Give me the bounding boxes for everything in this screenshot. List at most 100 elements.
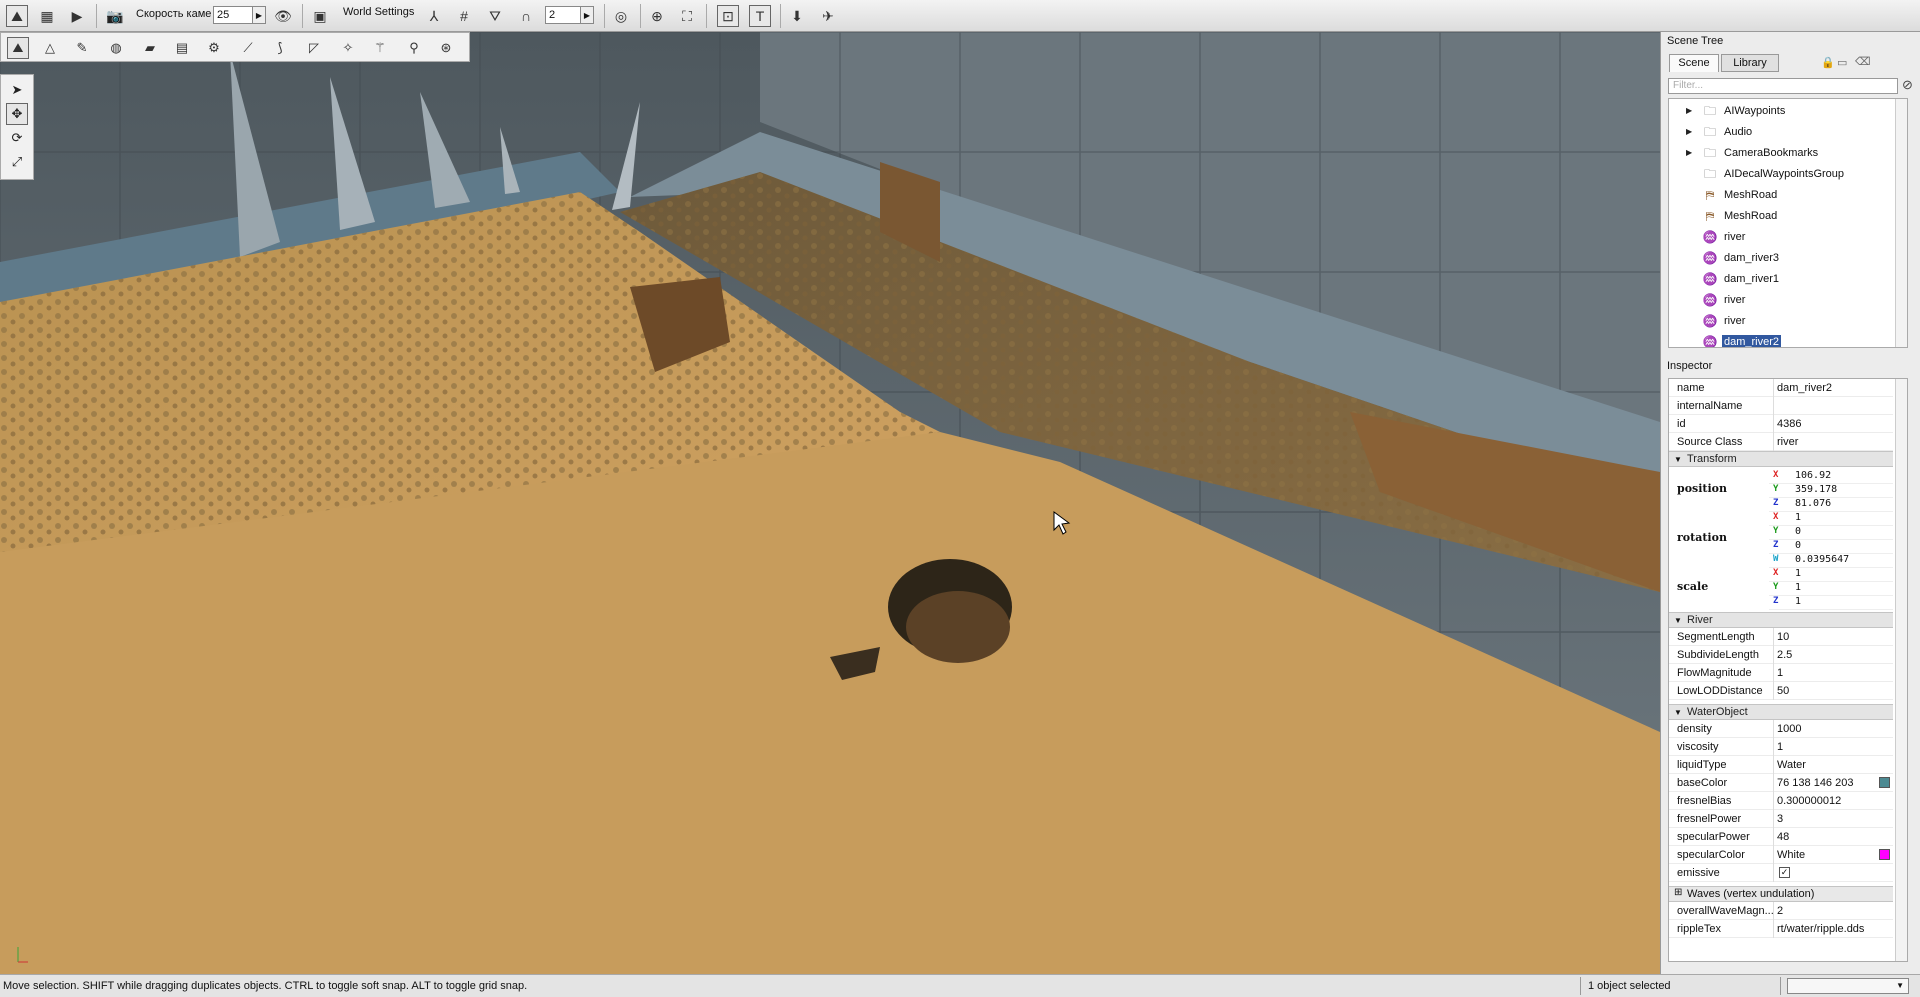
grid-size-arrow[interactable]: ▶: [580, 6, 594, 24]
axis-value[interactable]: 359.178: [1795, 484, 1837, 495]
property-value[interactable]: 1: [1777, 667, 1783, 679]
rotate-tool-icon[interactable]: ⟳: [6, 127, 28, 149]
tab-library[interactable]: Library: [1721, 54, 1779, 72]
property-value[interactable]: rt/water/ripple.dds: [1777, 923, 1864, 935]
group-river[interactable]: ▼ River: [1669, 612, 1893, 628]
group-waves[interactable]: ⊞ Waves (vertex undulation): [1669, 886, 1893, 902]
grid-snap-icon[interactable]: #: [453, 5, 475, 27]
expand-arrow-icon[interactable]: ▶: [1686, 127, 1692, 136]
world-transform-icon[interactable]: ⛶: [676, 5, 698, 27]
window-icon[interactable]: ▭: [1837, 56, 1847, 69]
property-value[interactable]: 4386: [1777, 418, 1801, 430]
axis-value[interactable]: 1: [1795, 582, 1801, 593]
property-value[interactable]: White: [1777, 849, 1805, 861]
shape-editor-icon[interactable]: ⊛: [435, 37, 457, 59]
position-component[interactable]: X 106.92: [1769, 469, 1893, 484]
property-value[interactable]: dam_river2: [1777, 382, 1832, 394]
tree-item[interactable]: ♒ river: [1669, 227, 1897, 248]
axis-value[interactable]: 1: [1795, 512, 1801, 523]
object-center-icon[interactable]: ◎: [610, 5, 632, 27]
forest-editor-icon[interactable]: ◍: [105, 37, 127, 59]
navmesh-icon[interactable]: ✧: [337, 37, 359, 59]
mesh-road-icon[interactable]: ▰: [139, 37, 161, 59]
color-swatch[interactable]: [1879, 777, 1890, 788]
emissive-checkbox[interactable]: ✓: [1779, 867, 1790, 878]
rotation-component[interactable]: Y0: [1769, 525, 1893, 540]
expand-arrow-icon[interactable]: ▶: [1686, 106, 1692, 115]
world-editor-icon[interactable]: ⛰: [6, 5, 28, 27]
property-value[interactable]: 48: [1777, 831, 1789, 843]
screenshot-icon[interactable]: ▣: [309, 5, 331, 27]
tree-item[interactable]: ▶ 🗀 Audio: [1669, 122, 1897, 143]
scale-component[interactable]: Z1: [1769, 595, 1893, 610]
snap-icon[interactable]: ⅄: [423, 5, 445, 27]
river-editor-icon[interactable]: ◸: [303, 37, 325, 59]
position-component[interactable]: Z 81.076: [1769, 497, 1893, 512]
delete-icon[interactable]: ⌫: [1855, 55, 1871, 68]
tree-item[interactable]: ♒ dam_river3: [1669, 248, 1897, 269]
tree-item[interactable]: ♒ dam_river1: [1669, 269, 1897, 290]
property-value[interactable]: Water: [1777, 759, 1806, 771]
visibility-eye-icon[interactable]: 👁: [272, 5, 294, 27]
property-value[interactable]: 50: [1777, 685, 1789, 697]
property-value[interactable]: 10: [1777, 631, 1789, 643]
clear-filter-icon[interactable]: ⊘: [1902, 77, 1913, 93]
terrain-painter-icon[interactable]: ✎: [71, 37, 93, 59]
terrain-snap-icon[interactable]: ⛛: [484, 5, 506, 27]
convex-editor-icon[interactable]: ⚲: [403, 37, 425, 59]
property-value[interactable]: 1: [1777, 741, 1783, 753]
rotation-component[interactable]: Z0: [1769, 539, 1893, 554]
axis-value[interactable]: 0: [1795, 540, 1801, 551]
terrain-editor-icon[interactable]: △: [39, 37, 61, 59]
magnet-icon[interactable]: ∩: [515, 5, 537, 27]
gui-editor-icon[interactable]: ▦: [36, 5, 58, 27]
tree-item[interactable]: ♒ dam_river2: [1669, 332, 1897, 347]
group-transform[interactable]: ▼ Transform: [1669, 451, 1893, 467]
rotation-component[interactable]: W 0.0395647: [1769, 553, 1893, 568]
lock-icon[interactable]: 🔒: [1821, 56, 1835, 69]
play-icon[interactable]: ▶: [66, 5, 88, 27]
world-settings-button[interactable]: World Settings: [343, 6, 414, 18]
property-value[interactable]: 2: [1777, 905, 1783, 917]
axis-value[interactable]: 1: [1795, 596, 1801, 607]
position-component[interactable]: Y 359.178: [1769, 483, 1893, 498]
status-dropdown[interactable]: ▼: [1787, 978, 1909, 994]
scene-tree-scrollbar[interactable]: [1895, 99, 1907, 347]
property-value[interactable]: 1000: [1777, 723, 1801, 735]
color-swatch[interactable]: [1879, 849, 1890, 860]
sketch-tool-icon[interactable]: ⚚: [369, 37, 391, 59]
scene-filter-input[interactable]: Filter...: [1668, 78, 1898, 94]
axis-gizmo-icon[interactable]: ⊕: [646, 5, 668, 27]
camera-speed-arrow[interactable]: ▶: [252, 6, 266, 24]
tree-item[interactable]: ⛿ MeshRoad: [1669, 185, 1897, 206]
camera-speed-input[interactable]: 25: [213, 6, 253, 24]
axis-value[interactable]: 0: [1795, 526, 1801, 537]
tree-item[interactable]: 🗀 AIDecalWaypointsGroup: [1669, 164, 1897, 185]
scale-component[interactable]: X1: [1769, 567, 1893, 582]
3d-viewport[interactable]: [0, 32, 1660, 974]
tree-item[interactable]: ▶ 🗀 AIWaypoints: [1669, 101, 1897, 122]
axis-value[interactable]: 1: [1795, 568, 1801, 579]
property-value[interactable]: 2.5: [1777, 649, 1792, 661]
inspector-scrollbar[interactable]: [1895, 379, 1907, 961]
fit-selection-icon[interactable]: ⊡: [717, 5, 739, 27]
scale-component[interactable]: Y1: [1769, 581, 1893, 596]
decal-editor-icon[interactable]: ⟋: [237, 37, 259, 59]
property-value[interactable]: 76 138 146 203: [1777, 777, 1853, 789]
axis-value[interactable]: 0.0395647: [1795, 554, 1849, 565]
text-icon[interactable]: T: [749, 5, 771, 27]
select-arrow-icon[interactable]: ➤: [6, 79, 28, 101]
expand-arrow-icon[interactable]: ▶: [1686, 148, 1692, 157]
bird-icon[interactable]: ✈: [817, 5, 839, 27]
property-value[interactable]: 3: [1777, 813, 1783, 825]
tree-item[interactable]: ♒ river: [1669, 290, 1897, 311]
group-waterobject[interactable]: ▼ WaterObject: [1669, 704, 1893, 720]
particle-editor-icon[interactable]: ⚙: [203, 37, 225, 59]
camera-icon[interactable]: 📷: [104, 5, 126, 27]
scale-tool-icon[interactable]: ⤢: [6, 151, 28, 173]
property-value[interactable]: 0.300000012: [1777, 795, 1841, 807]
axis-value[interactable]: 106.92: [1795, 470, 1831, 481]
road-editor-icon[interactable]: ⟆: [269, 37, 291, 59]
property-value[interactable]: river: [1777, 436, 1798, 448]
axis-value[interactable]: 81.076: [1795, 498, 1831, 509]
